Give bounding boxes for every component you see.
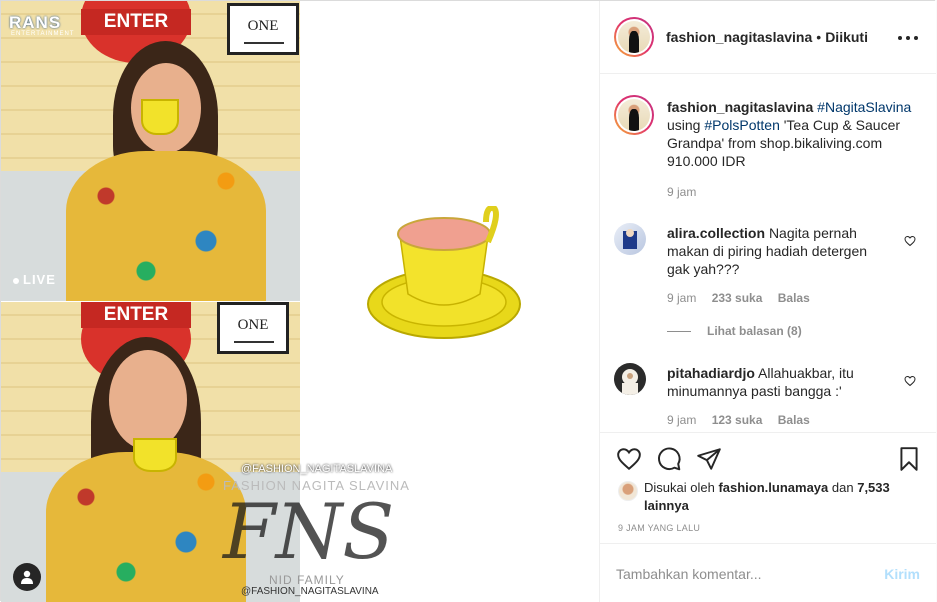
avatar[interactable]: [618, 481, 638, 501]
post-actions: Disukai oleh fashion.lunamaya dan 7,533 …: [600, 434, 936, 544]
comment-likes[interactable]: 233 suka: [712, 291, 763, 305]
one-sign: ONE: [227, 3, 299, 55]
yellow-cup: [141, 99, 179, 135]
hashtag-link[interactable]: #NagitaSlavina: [817, 99, 911, 115]
liker-username[interactable]: fashion.lunamaya: [718, 480, 828, 495]
reply-button[interactable]: Balas: [778, 291, 810, 305]
live-badge: LIVE: [13, 272, 56, 287]
watermark-family: NID FAMILY: [269, 573, 345, 587]
post-timestamp[interactable]: 9 JAM YANG LALU: [618, 523, 700, 533]
photo-panel-top: ENTER ONE RANS ENTERTAINMENT LIVE: [1, 1, 300, 301]
comment-icon[interactable]: [656, 446, 682, 472]
avatar[interactable]: [614, 95, 654, 135]
like-comment-heart-icon[interactable]: [904, 235, 916, 247]
watermark-logo: FNS: [223, 487, 395, 576]
share-icon[interactable]: [696, 446, 722, 472]
yellow-cup: [133, 438, 177, 472]
comment-username[interactable]: pitahadiardjo: [667, 365, 755, 381]
post-comment-button[interactable]: Kirim: [884, 566, 920, 582]
header-username[interactable]: fashion_nagitaslavina: [666, 29, 812, 45]
one-sign: ONE: [217, 302, 289, 354]
comment-likes[interactable]: 123 suka: [712, 413, 763, 427]
add-comment-bar: Kirim: [600, 545, 936, 602]
more-options-icon[interactable]: [898, 28, 918, 48]
hashtag-link[interactable]: #PolsPotten: [704, 117, 780, 133]
post-header: fashion_nagitaslavina • Diikuti: [600, 1, 936, 74]
post-sidebar: fashion_nagitaslavina • Diikuti fashion_…: [599, 1, 936, 602]
watermark-handle: @FASHION_NAGITASLAVINA: [241, 463, 393, 475]
pajama-shirt: [66, 151, 266, 301]
avatar[interactable]: [614, 363, 646, 395]
tagged-users-button[interactable]: [13, 563, 41, 591]
comment-time[interactable]: 9 jam: [667, 291, 696, 305]
comment-username[interactable]: alira.collection: [667, 225, 765, 241]
avatar[interactable]: [614, 17, 654, 57]
post-modal: ENTER ONE RANS ENTERTAINMENT LIVE ENTER …: [0, 0, 936, 602]
caption-username[interactable]: fashion_nagitaslavina: [667, 99, 813, 115]
comments-list[interactable]: fashion_nagitaslavina #NagitaSlavina usi…: [600, 75, 936, 433]
bookmark-icon[interactable]: [896, 446, 922, 472]
rans-logo: RANS: [9, 13, 62, 32]
post-image[interactable]: ENTER ONE RANS ENTERTAINMENT LIVE ENTER …: [1, 1, 599, 602]
view-replies-button[interactable]: Lihat balasan (8): [667, 324, 802, 338]
user-icon: [21, 570, 33, 584]
comment-input[interactable]: [616, 565, 885, 582]
comment-time[interactable]: 9 jam: [667, 413, 696, 427]
reply-button[interactable]: Balas: [778, 413, 810, 427]
pajama-shirt: [46, 452, 246, 602]
teacup-saucer-image: [367, 206, 521, 339]
caption-time[interactable]: 9 jam: [667, 185, 696, 199]
avatar[interactable]: [614, 223, 646, 255]
like-heart-icon[interactable]: [616, 446, 642, 472]
watermark-handle-bottom: @FASHION_NAGITASLAVINA: [241, 586, 379, 597]
like-comment-heart-icon[interactable]: [904, 375, 916, 387]
face: [109, 350, 187, 450]
follow-status-button[interactable]: Diikuti: [825, 29, 868, 45]
